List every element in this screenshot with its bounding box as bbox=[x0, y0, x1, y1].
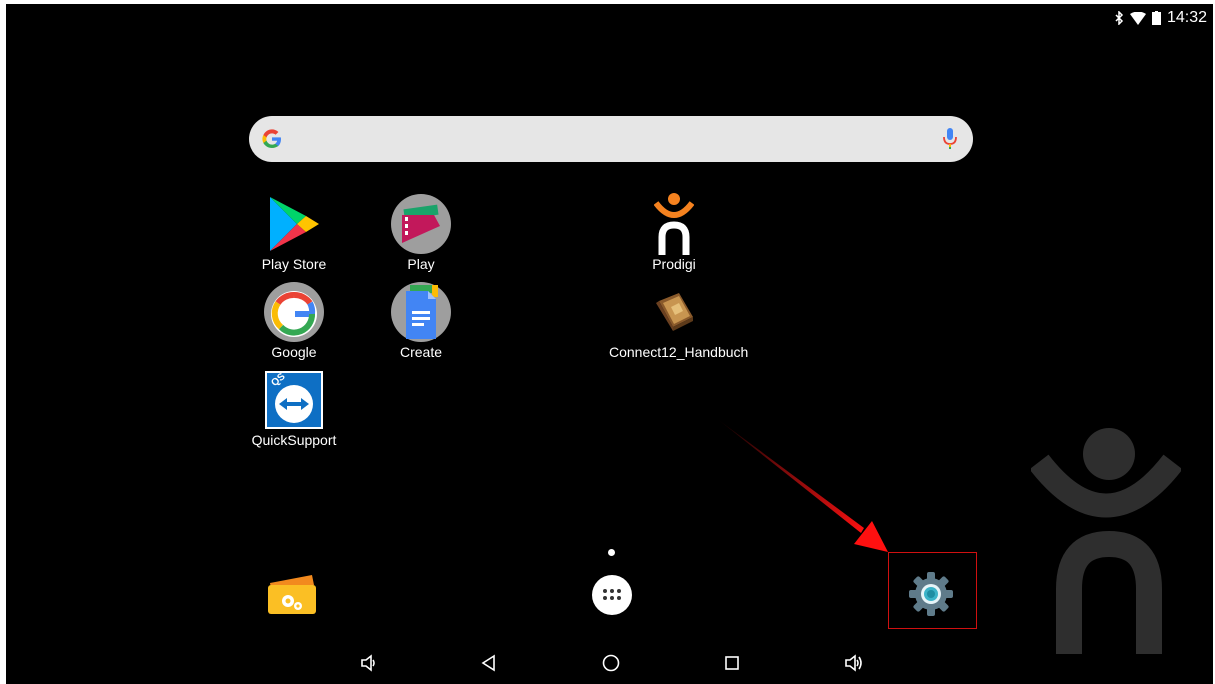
google-g-icon bbox=[260, 127, 284, 156]
docs-icon bbox=[389, 280, 453, 344]
home-icon bbox=[601, 653, 621, 678]
app-drawer-icon bbox=[591, 575, 633, 620]
bluetooth-icon bbox=[1114, 11, 1124, 25]
wallpaper-logo bbox=[1029, 424, 1183, 659]
play-store-icon bbox=[262, 192, 326, 256]
app-label: Create bbox=[399, 344, 443, 360]
recents-icon bbox=[723, 654, 741, 677]
app-label: Google bbox=[271, 344, 317, 360]
prodigi-icon bbox=[642, 192, 706, 256]
volume-down-icon bbox=[360, 653, 378, 677]
app-play-movies[interactable]: Play bbox=[356, 192, 486, 272]
wifi-icon bbox=[1129, 11, 1146, 25]
back-button[interactable] bbox=[478, 654, 500, 676]
mic-icon[interactable] bbox=[943, 127, 957, 156]
app-label: Connect12_Handbuch bbox=[609, 344, 749, 360]
app-label: Play Store bbox=[261, 256, 327, 272]
home-button[interactable] bbox=[600, 654, 622, 676]
battery-icon bbox=[1151, 11, 1161, 25]
app-prodigi[interactable]: Prodigi bbox=[609, 192, 739, 272]
app-label: Prodigi bbox=[652, 256, 696, 272]
recents-button[interactable] bbox=[721, 654, 743, 676]
annotation-arrow bbox=[706, 404, 896, 569]
google-search-bar[interactable] bbox=[249, 116, 973, 162]
quicksupport-icon: QS bbox=[262, 368, 326, 432]
dock-settings[interactable] bbox=[907, 570, 955, 623]
google-icon bbox=[262, 280, 326, 344]
dock-wallet-settings[interactable] bbox=[266, 573, 318, 620]
status-time: 14:32 bbox=[1166, 9, 1207, 26]
play-movies-icon bbox=[389, 192, 453, 256]
app-google[interactable]: Google bbox=[229, 280, 359, 360]
android-home-screen: 14:32 Play Store Play Prodigi Google Cre… bbox=[6, 4, 1213, 684]
book-icon bbox=[642, 280, 706, 344]
status-bar: 14:32 bbox=[1114, 8, 1207, 28]
back-icon bbox=[480, 654, 498, 677]
app-quicksupport[interactable]: QS QuickSupport bbox=[229, 368, 359, 448]
app-create[interactable]: Create bbox=[356, 280, 486, 360]
app-connect12-handbuch[interactable]: Connect12_Handbuch bbox=[609, 280, 749, 360]
app-play-store[interactable]: Play Store bbox=[229, 192, 359, 272]
volume-up-icon bbox=[844, 653, 864, 677]
app-label: Play bbox=[407, 256, 435, 272]
volume-up-button[interactable] bbox=[843, 653, 865, 677]
settings-gear-icon bbox=[907, 572, 955, 622]
dock-app-drawer[interactable] bbox=[591, 574, 633, 621]
page-indicator bbox=[608, 549, 615, 556]
navigation-bar bbox=[6, 644, 1213, 684]
wallet-settings-icon bbox=[266, 575, 318, 619]
volume-down-button[interactable] bbox=[358, 653, 380, 677]
app-label: QuickSupport bbox=[251, 432, 337, 448]
